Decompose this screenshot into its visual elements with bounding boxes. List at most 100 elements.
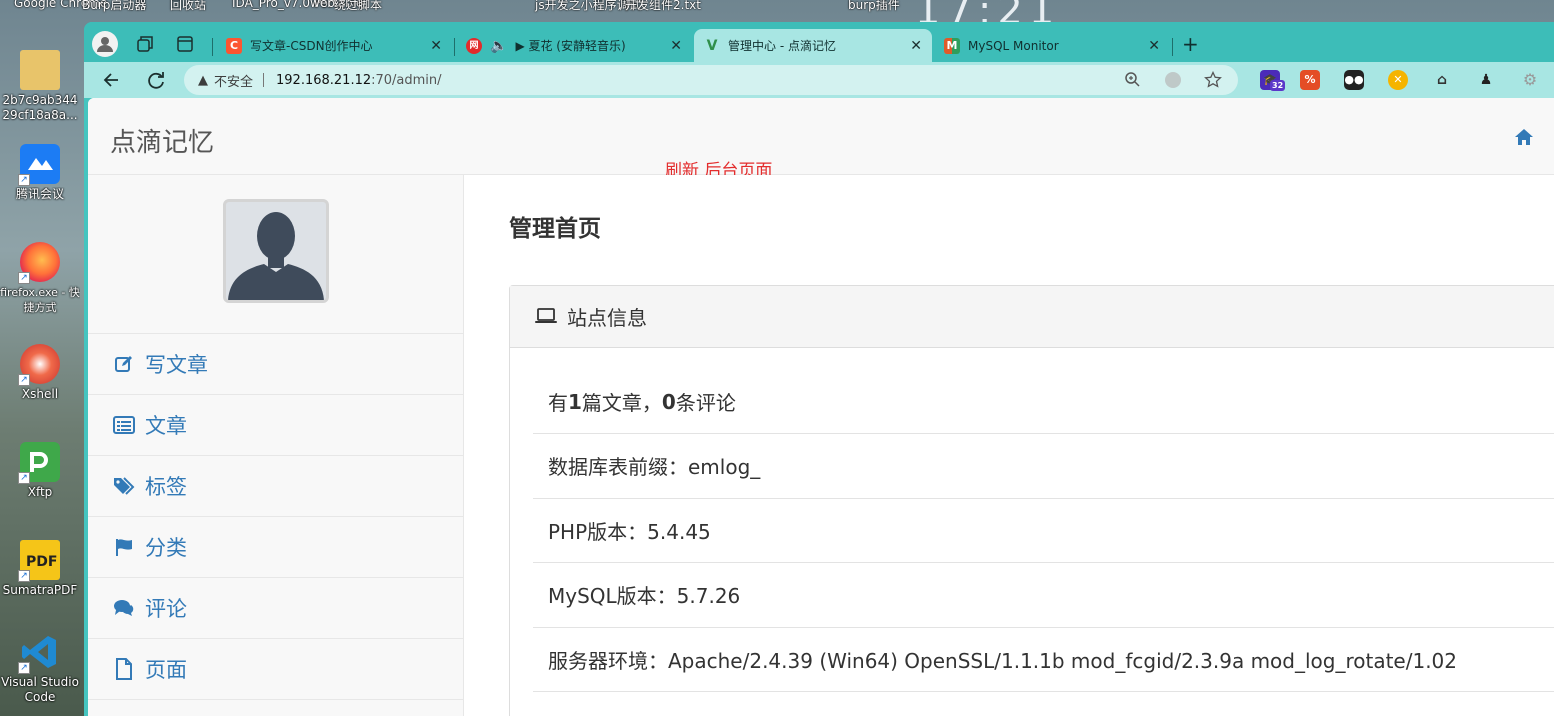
address-bar[interactable]: ▲ 不安全 192.168.21.12:70/admin/ (184, 65, 1238, 95)
tab-csdn[interactable]: C 写文章-CSDN创作中心 ✕ (216, 29, 452, 62)
site-brand[interactable]: 点滴记忆 (110, 122, 214, 159)
tab-close-icon[interactable]: ✕ (1148, 38, 1160, 54)
edit-icon (113, 353, 135, 375)
sumatrapdf-icon: PDF ↗ (18, 540, 60, 582)
desktop-icon-label: firefox.exe - 快捷方式 (0, 286, 80, 314)
profile-button[interactable] (92, 31, 118, 57)
desktop-label[interactable]: web (310, 0, 335, 10)
svg-text:PDF: PDF (26, 554, 57, 570)
articles-suffix: 篇文章， (581, 391, 662, 415)
article-count: 1 (568, 389, 582, 414)
shortcut-arrow-icon: ↗ (18, 272, 30, 284)
sidebar-item-articles[interactable]: 文章 (88, 394, 463, 455)
csdn-favicon-icon: C (226, 37, 242, 54)
speaker-icon[interactable]: 🔈 (490, 38, 507, 54)
desktop-icon-sumatrapdf[interactable]: PDF ↗ SumatraPDF (0, 540, 80, 598)
avatar[interactable] (223, 199, 329, 303)
netease-music-favicon-icon: 网 (466, 37, 482, 54)
sidebar-item-pages[interactable]: 页面 (88, 638, 463, 699)
sidebar-item-categories[interactable]: 分类 (88, 516, 463, 577)
tab-close-icon[interactable]: ✕ (670, 38, 682, 54)
sidebar-item-partial (88, 699, 463, 716)
tab-title: 写文章-CSDN创作中心 (250, 39, 373, 53)
shortcut-arrow-icon: ↗ (18, 662, 30, 674)
tab-mysql-monitor[interactable]: M MySQL Monitor ✕ (934, 29, 1170, 62)
sidebar-item-label: 写文章 (145, 353, 208, 377)
workspaces-button[interactable] (132, 31, 158, 57)
tencent-meeting-icon: ↗ (18, 144, 60, 186)
extension-crossed-icon[interactable]: ✕ (1388, 70, 1408, 90)
sidebar: 写文章 文章 标签 分类 评论 页面 (88, 175, 464, 716)
xftp-icon: ↗ (18, 442, 60, 484)
extension-settings-icon[interactable]: ⚙ (1520, 70, 1540, 90)
panel-title: 站点信息 (567, 306, 647, 330)
server-env-row: 服务器环境：Apache/2.4.39 (Win64) OpenSSL/1.1.… (533, 628, 1554, 692)
security-status[interactable]: 不安全 (214, 71, 253, 90)
desktop-label[interactable]: Burp启动器 (82, 0, 146, 13)
tab-title: MySQL Monitor (968, 38, 1059, 53)
mysql-monitor-favicon-icon: M (944, 37, 960, 54)
extension-tampermonkey-icon[interactable]: ●● (1344, 70, 1364, 90)
site-info-panel: 站点信息 有 1 篇文章， 0 条评论 数据库表前缀：emlog_ PHP版本：5.4.… (509, 285, 1554, 716)
warning-triangle-icon[interactable]: ▲ (198, 73, 208, 88)
desktop-icon-tencent-meeting[interactable]: ↗ 腾讯会议 (0, 144, 80, 202)
back-arrow-icon (103, 73, 118, 87)
desktop-label[interactable]: 开发组件2.txt (625, 0, 701, 13)
tab-music[interactable]: 网 🔈 ▶ 夏花 (安静轻音乐) ✕ (456, 29, 692, 62)
tab-close-icon[interactable]: ✕ (910, 38, 922, 54)
extension-graduation-icon[interactable]: 🎓 32 (1260, 70, 1286, 91)
web-page: 点滴记忆 刷新 后台页面 写文章 文章 标签 分类 评论 页面 管理首页 站点信… (88, 98, 1554, 716)
tags-icon (113, 475, 135, 497)
page-title: 管理首页 (509, 216, 601, 242)
back-button[interactable] (98, 66, 126, 94)
desktop-label[interactable]: burp插件 (848, 0, 900, 13)
desktop-label[interactable]: 绕过脚本 (334, 0, 382, 13)
panel-heading: 站点信息 (510, 286, 1554, 348)
comments-icon (113, 597, 135, 619)
desktop-icon-xftp[interactable]: ↗ Xftp (0, 442, 80, 500)
url-path: :70/admin/ (371, 72, 442, 88)
user-silhouette-icon (228, 212, 324, 300)
extension-spy-icon[interactable]: ♟ (1476, 70, 1496, 90)
url-host: 192.168.21.12 (276, 72, 372, 88)
php-version-row: PHP版本：5.4.45 (533, 499, 1554, 563)
shortcut-arrow-icon: ↗ (18, 472, 30, 484)
bookmark-star-icon[interactable] (1204, 70, 1222, 93)
address-separator (263, 73, 265, 87)
desktop-icon-column: 2b7c9ab344 29cf18a8a... ↗ 腾讯会议 ↗ firefox… (0, 22, 82, 716)
xshell-icon: ↗ (18, 344, 60, 386)
zoom-icon[interactable] (1124, 71, 1140, 91)
db-prefix-row: 数据库表前缀：emlog_ (533, 434, 1554, 499)
desktop-icon-label: 2b7c9ab344 29cf18a8a... (2, 93, 78, 122)
desktop-icon-firefox[interactable]: ↗ firefox.exe - 快捷方式 (0, 242, 80, 315)
desktop-icon-folder[interactable]: 2b7c9ab344 29cf18a8a... (0, 50, 80, 123)
tab-close-icon[interactable]: ✕ (430, 38, 442, 54)
sidebar-item-comments[interactable]: 评论 (88, 577, 463, 638)
desktop-label[interactable]: 回收站 (170, 0, 206, 13)
desktop-icon-xshell[interactable]: ↗ Xshell (0, 344, 80, 402)
sidebar-item-write[interactable]: 写文章 (88, 333, 463, 394)
sidebar-item-label: 文章 (145, 414, 187, 438)
flag-icon (113, 536, 135, 558)
sidebar-item-tags[interactable]: 标签 (88, 455, 463, 516)
desktop-icon-vscode[interactable]: ↗ Visual Studio Code (0, 632, 80, 705)
tab-admin-active[interactable]: V 管理中心 - 点滴记忆 ✕ (694, 29, 932, 62)
main-content: 管理首页 站点信息 有 1 篇文章， 0 条评论 数据库表前缀：emlog_ PHP版本… (464, 175, 1554, 716)
extension-percent-icon[interactable]: % (1300, 70, 1320, 90)
tab-actions-icon (177, 36, 193, 52)
tab-title: ▶ 夏花 (安静轻音乐) (515, 39, 626, 53)
tab-separator (1172, 38, 1173, 56)
tab-actions-button[interactable] (172, 31, 198, 57)
home-icon[interactable] (1514, 128, 1534, 146)
shortcut-arrow-icon: ↗ (18, 374, 30, 386)
vue-favicon-icon: V (706, 37, 718, 54)
folder-icon (20, 50, 60, 90)
translate-icon[interactable] (1164, 71, 1182, 93)
new-tab-button[interactable]: + (1182, 32, 1199, 56)
reload-button[interactable] (142, 66, 170, 94)
extension-hat-icon[interactable]: ⌂ (1432, 70, 1452, 90)
shortcut-arrow-icon: ↗ (18, 174, 30, 186)
desktop-top-labels: Google Chrome Burp启动器 回收站 IDA_Pro_v7.0 P… (0, 0, 1554, 34)
desktop-icon-label: Xftp (27, 485, 53, 499)
file-icon (113, 658, 135, 680)
